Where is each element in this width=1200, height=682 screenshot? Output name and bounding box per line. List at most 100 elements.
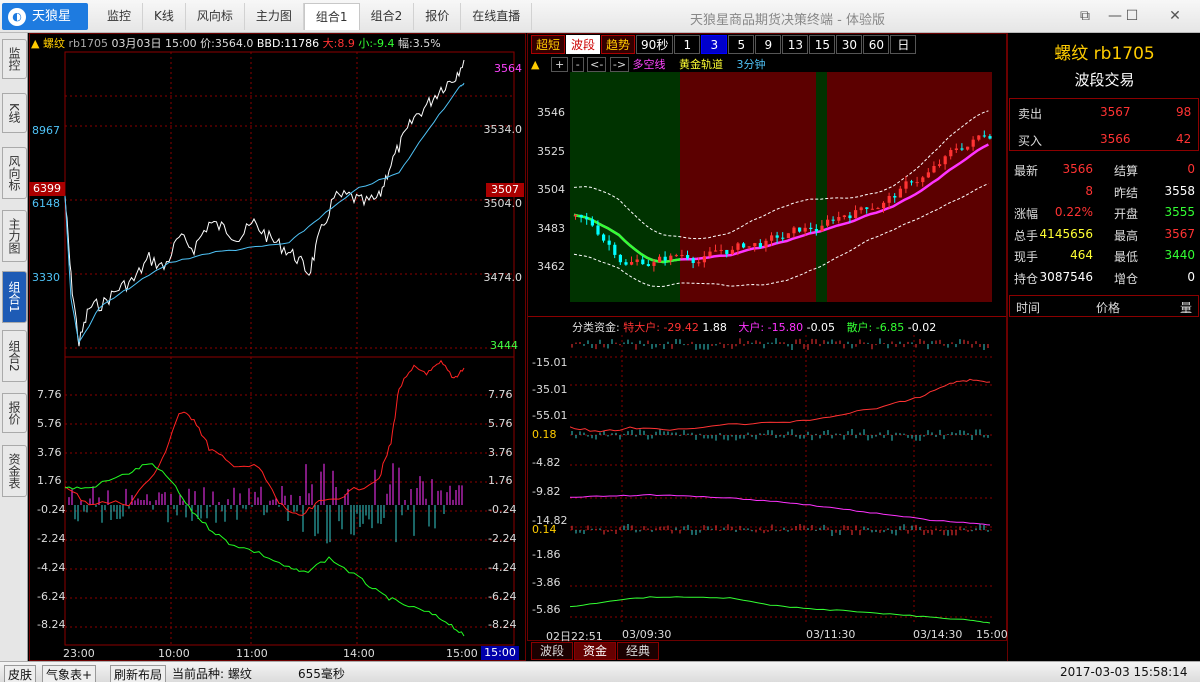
candle-body [882, 202, 886, 209]
stat-label: 最新 [1014, 164, 1039, 178]
candle-body [574, 214, 578, 216]
side-tab-combo1[interactable]: 组合1 [2, 271, 27, 323]
period-button-9[interactable]: 15 [809, 35, 836, 54]
tab-fund[interactable]: 资金 [574, 642, 617, 660]
candle-body [915, 182, 919, 184]
retail-fund-line [570, 596, 991, 624]
fund-axis-10: -5.86 [532, 603, 561, 616]
candle-body [826, 219, 830, 226]
app-logo[interactable]: ◐ 天狼星 [2, 3, 88, 30]
status-datetime: 2017-03-03 15:58:14 [1060, 665, 1188, 679]
candle-body [663, 256, 667, 261]
candle-body [714, 250, 718, 252]
candle-body [602, 234, 606, 241]
stat-label: 开盘 [1114, 207, 1139, 221]
scroll-right-button[interactable]: -> [609, 57, 630, 72]
current-price-marker: 3507 [486, 183, 524, 197]
menu-kline[interactable]: K线 [143, 3, 186, 30]
fund-axis-left-2: 3.76 [37, 445, 62, 459]
restore-icon[interactable]: ⧉ [1075, 6, 1095, 26]
time-15: 15:00 [446, 647, 478, 660]
fund-retail-v1: -6.85 [875, 321, 905, 334]
stat-value: 464 [1070, 248, 1093, 262]
menu-live[interactable]: 在线直播 [461, 3, 533, 30]
period-button-1[interactable]: 波段 [566, 35, 601, 54]
candle-body [652, 262, 656, 266]
menu-combo2[interactable]: 组合2 [360, 3, 415, 30]
menu-wind[interactable]: 风向标 [186, 3, 245, 30]
period-button-8[interactable]: 13 [782, 35, 809, 54]
stat-label: 持仓 [1014, 271, 1039, 286]
zoom-out-button[interactable]: - [571, 57, 584, 72]
period-button-5[interactable]: 3 [701, 35, 728, 54]
skin-button[interactable]: 皮肤 [4, 665, 37, 682]
ftime-2: 03/11:30 [806, 628, 856, 641]
menu-combo1[interactable]: 组合1 [303, 3, 360, 30]
maximize-icon[interactable]: ☐ [1122, 6, 1142, 26]
refresh-layout-button[interactable]: 刷新布局 [110, 665, 167, 682]
candle-body [596, 225, 600, 235]
period-button-4[interactable]: 1 [674, 35, 701, 54]
warning-icon: ▲ [531, 58, 540, 71]
zoom-in-button[interactable]: + [550, 57, 569, 72]
candle-body [837, 216, 841, 221]
candle-body [870, 208, 874, 210]
side-tab-main-force[interactable]: 主力图 [2, 210, 27, 262]
left-axis-1: 8967 [32, 124, 60, 137]
ask-price: 3567 [1100, 105, 1131, 119]
ask-row[interactable]: 卖出 3567 98 [1010, 101, 1200, 123]
candle-body [898, 188, 902, 198]
period-button-0[interactable]: 超短 [531, 35, 566, 54]
axis-price-2: 3534.0 [483, 123, 523, 136]
menu-monitor[interactable]: 监控 [96, 3, 144, 30]
candle-body [669, 255, 673, 261]
candle-body [686, 255, 690, 259]
price-area-frame [64, 51, 515, 358]
stat-label: 总手 [1014, 228, 1039, 243]
time-marker: 15:00 [481, 646, 519, 660]
tab-swing[interactable]: 波段 [531, 642, 574, 660]
candle-body [809, 227, 813, 230]
candle-body [960, 148, 964, 150]
fund-axis-left-6: -4.24 [37, 560, 66, 574]
scroll-left-button[interactable]: <- [587, 57, 607, 72]
side-tab-kline[interactable]: K线 [2, 93, 27, 133]
candle-body [943, 156, 947, 165]
stat-value: 3087546 [1039, 269, 1093, 284]
menu-quote[interactable]: 报价 [414, 3, 462, 30]
left-sidebar: 监控 K线 风向标 主力图 组合1 组合2 报价 资金表 [0, 33, 28, 661]
side-tab-combo2[interactable]: 组合2 [2, 330, 27, 382]
menu-main-force[interactable]: 主力图 [245, 3, 304, 30]
side-tab-wind[interactable]: 风向标 [2, 147, 27, 199]
side-tab-fund-table[interactable]: 资金表 [2, 445, 27, 497]
bid-volume: 42 [1176, 132, 1192, 146]
stat-label: 结算 [1114, 164, 1139, 178]
stat-value: 0 [1187, 269, 1195, 284]
period-button-6[interactable]: 5 [728, 35, 755, 54]
stat-label: 涨幅 [1014, 207, 1039, 221]
period-button-3[interactable]: 90秒 [636, 35, 674, 54]
candle-body [814, 229, 818, 232]
main-menu: 监控 K线 风向标 主力图 组合1 组合2 报价 在线直播 [96, 3, 533, 30]
kaxis-4: 3483 [537, 222, 565, 235]
side-tab-monitor[interactable]: 监控 [2, 39, 27, 79]
stat-row: 涨幅 0.22% 开盘 3555 [1008, 201, 1200, 223]
side-tab-quote[interactable]: 报价 [2, 393, 27, 433]
candle-body [736, 243, 740, 250]
close-icon[interactable]: ✕ [1165, 6, 1185, 26]
candle-body [753, 243, 757, 247]
period-button-7[interactable]: 9 [755, 35, 782, 54]
kaxis-2: 3525 [537, 145, 565, 158]
bear-zone-1 [680, 72, 816, 302]
tab-classic[interactable]: 经典 [617, 642, 660, 660]
weather-button[interactable]: 气象表+ [42, 665, 97, 682]
period-button-11[interactable]: 60 [863, 35, 890, 54]
candle-body [725, 249, 729, 255]
fund-axis-8: -1.86 [532, 548, 561, 561]
period-button-2[interactable]: 趋势 [601, 35, 636, 54]
quote-subtitle: 波段交易 [1074, 71, 1135, 89]
period-button-12[interactable]: 日 [890, 35, 917, 54]
period-button-10[interactable]: 30 [836, 35, 863, 54]
stat-value: 8 [1085, 183, 1093, 198]
bid-row[interactable]: 买入 3566 42 [1010, 128, 1200, 150]
